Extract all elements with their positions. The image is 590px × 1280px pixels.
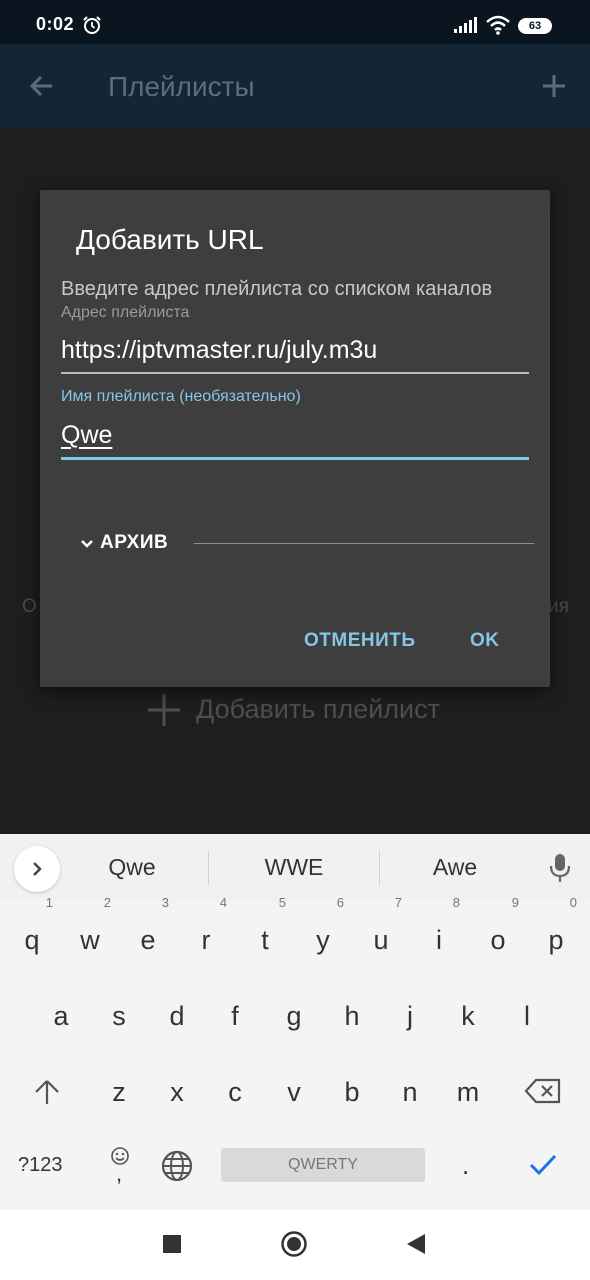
- background-text-left: О: [22, 596, 37, 617]
- expand-toolbar-button[interactable]: [14, 846, 60, 892]
- key-a[interactable]: a: [34, 986, 88, 1046]
- playlist-url-input[interactable]: https://iptvmaster.ru/july.m3u: [61, 336, 529, 374]
- key-v[interactable]: v: [267, 1062, 321, 1122]
- key-l[interactable]: l: [500, 986, 554, 1046]
- background-text-right: ия: [548, 596, 569, 617]
- home-circle-icon[interactable]: [281, 1231, 307, 1257]
- suggestion-3[interactable]: Awe: [395, 854, 515, 881]
- key-d[interactable]: d: [150, 986, 204, 1046]
- period-key[interactable]: .: [462, 1150, 469, 1181]
- playlist-url-label: Адрес плейлиста: [61, 304, 190, 321]
- add-playlist-label: Добавить плейлист: [196, 694, 441, 724]
- archive-label: АРХИВ: [100, 532, 169, 553]
- add-url-dialog: Добавить URL Введите адрес плейлиста со …: [40, 190, 550, 687]
- alarm-icon: [83, 16, 101, 34]
- suggestion-bar: Qwe WWE Awe: [0, 834, 590, 902]
- suggestion-1[interactable]: Qwe: [72, 854, 192, 881]
- key-r[interactable]: r4: [179, 896, 233, 970]
- plus-icon: [148, 694, 180, 726]
- key-f[interactable]: f: [208, 986, 262, 1046]
- key-n[interactable]: n: [383, 1062, 437, 1122]
- suggestion-divider: [208, 851, 209, 885]
- key-p[interactable]: p0: [529, 896, 583, 970]
- key-j[interactable]: j: [383, 986, 437, 1046]
- key-m[interactable]: m: [441, 1062, 495, 1122]
- key-g[interactable]: g: [267, 986, 321, 1046]
- key-z[interactable]: z: [92, 1062, 146, 1122]
- key-o[interactable]: o9: [471, 896, 525, 970]
- suggestion-divider: [379, 851, 380, 885]
- key-t[interactable]: t5: [238, 896, 292, 970]
- ok-button[interactable]: OK: [470, 630, 500, 652]
- checkmark-icon[interactable]: [528, 1152, 558, 1178]
- app-bar: Плейлисты: [0, 44, 590, 128]
- status-time: 0:02: [36, 14, 75, 34]
- backspace-icon[interactable]: [524, 1078, 562, 1104]
- dialog-title: Добавить URL: [76, 224, 264, 255]
- playlist-name-value: Qwe: [61, 421, 113, 449]
- space-key[interactable]: QWERTY: [221, 1148, 425, 1182]
- key-c[interactable]: c: [208, 1062, 262, 1122]
- recents-square-icon[interactable]: [163, 1235, 181, 1253]
- comma-key[interactable]: ,: [116, 1161, 122, 1187]
- key-s[interactable]: s: [92, 986, 146, 1046]
- plus-icon[interactable]: [540, 72, 568, 100]
- signal-icon: [454, 17, 477, 33]
- playlist-name-input[interactable]: Qwe: [61, 421, 529, 460]
- system-nav-bar: [0, 1210, 590, 1280]
- key-k[interactable]: k: [441, 986, 495, 1046]
- status-bar: 0:02 63: [0, 0, 590, 44]
- key-q[interactable]: q1: [5, 896, 59, 970]
- page-title: Плейлисты: [108, 71, 255, 102]
- key-e[interactable]: e3: [121, 896, 175, 970]
- chevron-right-icon: [33, 862, 42, 876]
- key-h[interactable]: h: [325, 986, 379, 1046]
- battery-icon: 63: [518, 18, 552, 34]
- back-triangle-icon[interactable]: [405, 1232, 427, 1256]
- playlist-name-label: Имя плейлиста (необязательно): [61, 388, 301, 405]
- dialog-message: Введите адрес плейлиста со списком канал…: [61, 278, 493, 300]
- key-y[interactable]: y6: [296, 896, 350, 970]
- symbols-key[interactable]: ?123: [18, 1154, 63, 1177]
- cancel-button[interactable]: ОТМЕНИТЬ: [304, 630, 416, 652]
- archive-toggle[interactable]: АРХИВ: [78, 530, 536, 560]
- archive-divider: [194, 543, 534, 544]
- keyboard: Qwe WWE Awe q1 w2 e3 r4 t5 y6 u7 i8 o9 p…: [0, 834, 590, 1210]
- key-b[interactable]: b: [325, 1062, 379, 1122]
- microphone-icon[interactable]: [548, 852, 572, 884]
- wifi-icon: [486, 15, 510, 35]
- suggestion-2[interactable]: WWE: [234, 854, 354, 881]
- shift-icon[interactable]: [32, 1078, 62, 1106]
- chevron-down-icon: [81, 540, 93, 548]
- key-i[interactable]: i8: [412, 896, 466, 970]
- arrow-left-icon[interactable]: [28, 72, 56, 100]
- key-w[interactable]: w2: [63, 896, 117, 970]
- key-x[interactable]: x: [150, 1062, 204, 1122]
- key-u[interactable]: u7: [354, 896, 408, 970]
- globe-icon[interactable]: [160, 1149, 194, 1183]
